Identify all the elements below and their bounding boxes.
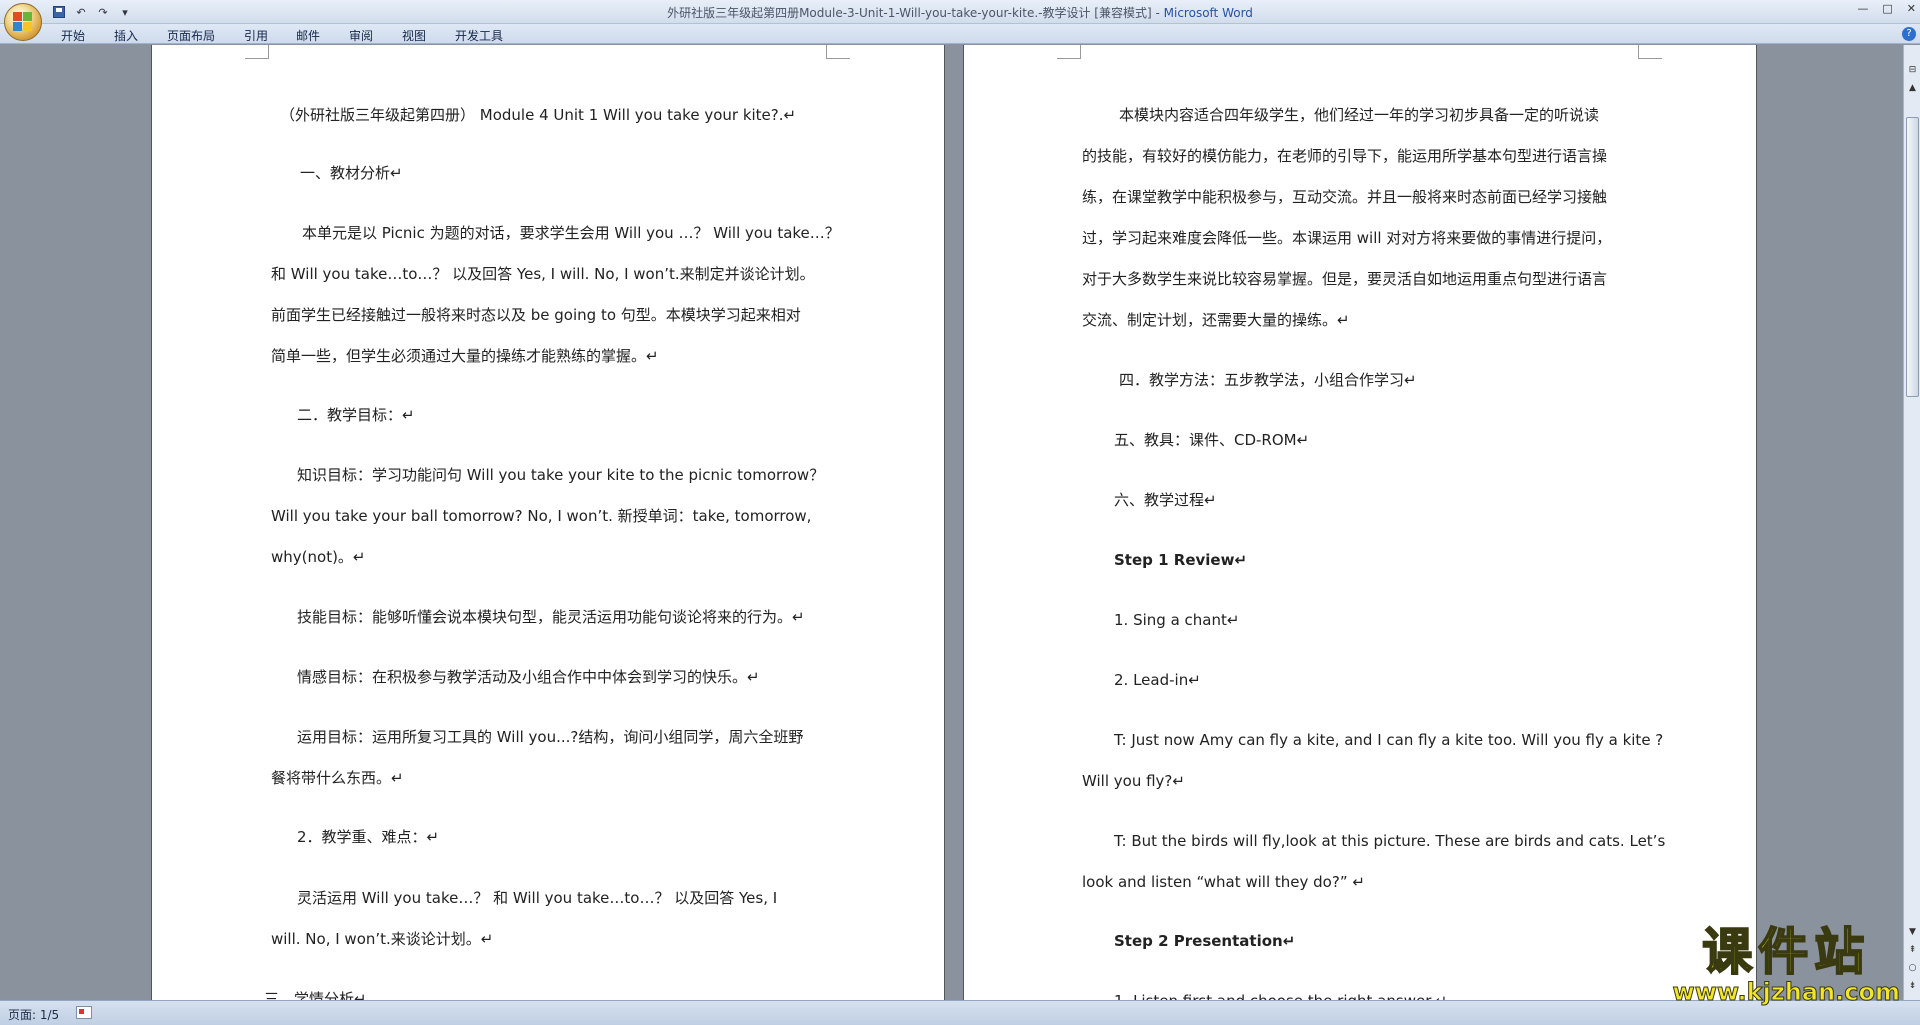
- scroll-down-button[interactable]: ▼: [1905, 925, 1920, 940]
- paragraph-line: 前面学生已经接触过一般将来时态以及 be going to 句型。本模块学习起来…: [271, 306, 801, 324]
- tab-page-layout[interactable]: 页面布局: [167, 27, 215, 44]
- document-page-right[interactable]: 本模块内容适合四年级学生，他们经过一年的学习初步具备一定的听说读的技能，有较好的…: [964, 45, 1756, 1000]
- vertical-scrollbar[interactable]: ⊟ ▲ ▼ ⇞ ○ ⇟: [1903, 45, 1920, 1000]
- paragraph-line: 交流、制定计划，还需要大量的操练。↵: [1082, 311, 1350, 329]
- paragraph-line: 二．教学目标：↵: [297, 406, 415, 424]
- paragraph-line: T: But the birds will fly,look at this p…: [1114, 832, 1666, 850]
- paragraph-line: 过，学习起来难度会降低一些。本课运用 will 对对方将来要做的事情进行提问，: [1082, 229, 1612, 247]
- paragraph-line: 2. Lead-in↵: [1114, 671, 1201, 689]
- paragraph-line: 2．教学重、难点：↵: [297, 828, 440, 846]
- paragraph-line: 三、学情分析↵: [264, 990, 367, 1000]
- paragraph-line: 和 Will you take…to…？ 以及回答 Yes, I will. N…: [271, 265, 815, 283]
- crop-mark: [826, 45, 850, 59]
- tab-developer[interactable]: 开发工具: [455, 27, 503, 44]
- paragraph-line: 四．教学方法：五步教学法，小组合作学习↵: [1119, 371, 1417, 389]
- paragraph-line: Step 1 Review↵: [1114, 551, 1248, 569]
- tab-review[interactable]: 审阅: [349, 27, 373, 44]
- status-bar: 页面: 1/5: [0, 1000, 1920, 1025]
- paragraph-line: 一、教材分析↵: [300, 164, 403, 182]
- window-controls: — □ ✕: [1857, 2, 1916, 15]
- scrollbar-thumb[interactable]: [1906, 117, 1919, 397]
- title-separator: -: [1151, 6, 1164, 20]
- paragraph-line: 的技能，有较好的模仿能力，在老师的引导下，能运用所学基本句型进行语言操: [1082, 147, 1608, 165]
- watermark-url: www.kjzhan.com: [1672, 978, 1900, 1006]
- status-page-count[interactable]: 页面: 1/5: [8, 1006, 59, 1023]
- document-page-left[interactable]: （外研社版三年级起第四册） Module 4 Unit 1 Will you t…: [152, 45, 944, 1000]
- title-bar: ↶ ↷ ▾ 外研社版三年级起第四册Module-3-Unit-1-Will-yo…: [0, 0, 1920, 41]
- previous-page-button[interactable]: ⇞: [1905, 943, 1920, 958]
- paragraph-line: 五、教具：课件、CD-ROM↵: [1114, 431, 1310, 449]
- site-watermark: 课件站 www.kjzhan.com: [1672, 923, 1900, 1006]
- crop-mark: [245, 45, 269, 59]
- tab-view[interactable]: 视图: [402, 27, 426, 44]
- proofing-icon[interactable]: [76, 1006, 92, 1019]
- paragraph-line: Step 2 Presentation↵: [1114, 932, 1296, 950]
- office-button[interactable]: [4, 3, 42, 41]
- paragraph-line: 知识目标：学习功能问句 Will you take your kite to t…: [297, 466, 825, 484]
- select-browse-object-button[interactable]: ○: [1905, 961, 1920, 976]
- maximize-button[interactable]: □: [1882, 2, 1892, 15]
- paragraph-line: 简单一些，但学生必须通过大量的操练才能熟练的掌握。↵: [271, 347, 659, 365]
- watermark-text: 课件站: [1701, 923, 1871, 981]
- paragraph-line: 技能目标：能够听懂会说本模块句型，能灵活运用功能句谈论将来的行为。↵: [297, 608, 805, 626]
- scroll-up-button[interactable]: ▲: [1905, 81, 1920, 96]
- crop-mark: [1638, 45, 1662, 59]
- paragraph-line: 1. Sing a chant↵: [1114, 611, 1240, 629]
- help-icon[interactable]: ?: [1902, 27, 1916, 41]
- paragraph-line: 运用目标：运用所复习工具的 Will you...?结构，询问小组同学，周六全班…: [297, 728, 804, 746]
- paragraph-line: 本单元是以 Picnic 为题的对话，要求学生会用 Will you …？ Wi…: [302, 224, 840, 242]
- paragraph-line: Will you fly?↵: [1082, 772, 1185, 790]
- document-area: （外研社版三年级起第四册） Module 4 Unit 1 Will you t…: [0, 45, 1903, 1000]
- paragraph-line: Will you take your ball tomorrow? No, I …: [271, 507, 812, 525]
- crop-mark: [1057, 45, 1081, 59]
- tab-references[interactable]: 引用: [244, 27, 268, 44]
- minimize-button[interactable]: —: [1857, 2, 1868, 15]
- ribbon-tabs: 开始 插入 页面布局 引用 邮件 审阅 视图 开发工具 ?: [0, 24, 1920, 44]
- window-title: 外研社版三年级起第四册Module-3-Unit-1-Will-you-take…: [0, 4, 1920, 21]
- tab-home[interactable]: 开始: [61, 27, 85, 44]
- app-name: Microsoft Word: [1163, 6, 1253, 20]
- paragraph-line: why(not)。↵: [271, 548, 366, 566]
- paragraph-line: will. No, I won’t.来谈论计划。↵: [271, 930, 494, 948]
- paragraph-line: 练，在课堂教学中能积极参与，互动交流。并且一般将来时态前面已经学习接触: [1082, 188, 1608, 206]
- paragraph-line: 餐将带什么东西。↵: [271, 769, 404, 787]
- ruler-toggle-icon[interactable]: ⊟: [1905, 63, 1920, 78]
- paragraph-line: look and listen “what will they do?” ↵: [1082, 873, 1365, 891]
- paragraph-line: 本模块内容适合四年级学生，他们经过一年的学习初步具备一定的听说读: [1119, 106, 1600, 124]
- paragraph-line: 情感目标：在积极参与教学活动及小组合作中中体会到学习的快乐。↵: [297, 668, 760, 686]
- paragraph-line: T: Just now Amy can fly a kite, and I ca…: [1114, 731, 1664, 749]
- paragraph-line: 1. Listen first and choose the right ans…: [1114, 981, 1447, 1000]
- close-button[interactable]: ✕: [1907, 2, 1916, 15]
- tab-mailings[interactable]: 邮件: [296, 27, 320, 44]
- paragraph-line: 六、教学过程↵: [1114, 491, 1217, 509]
- tab-insert[interactable]: 插入: [114, 27, 138, 44]
- paragraph-line: 对于大多数学生来说比较容易掌握。但是，要灵活自如地运用重点句型进行语言: [1082, 270, 1608, 288]
- office-logo-icon: [13, 12, 33, 32]
- document-title: 外研社版三年级起第四册Module-3-Unit-1-Will-you-take…: [667, 6, 1152, 20]
- next-page-button[interactable]: ⇟: [1905, 979, 1920, 994]
- paragraph-line: 灵活运用 Will you take…？ 和 Will you take…to……: [297, 889, 778, 907]
- paragraph-line: （外研社版三年级起第四册） Module 4 Unit 1 Will you t…: [280, 106, 797, 124]
